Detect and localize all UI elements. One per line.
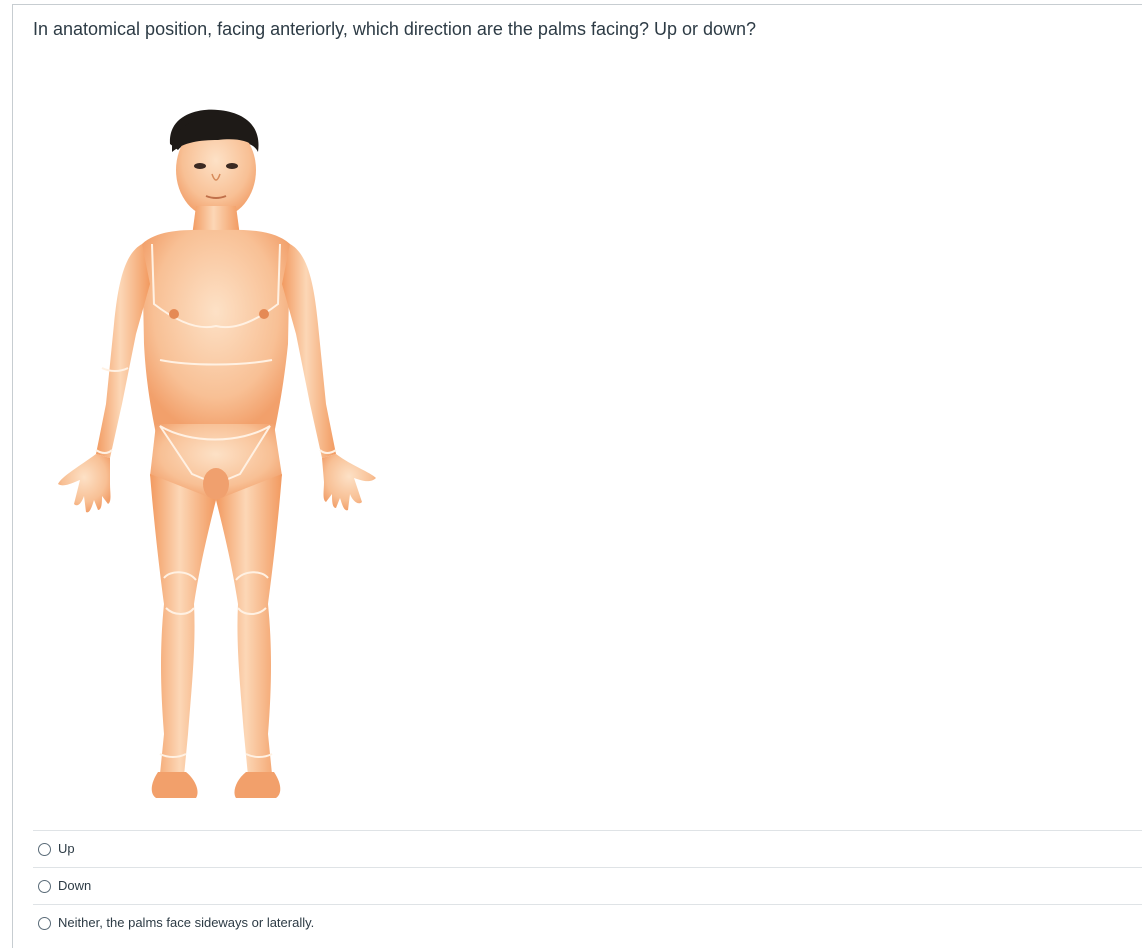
answer-option-down[interactable]: Down [33, 867, 1142, 904]
question-text: In anatomical position, facing anteriorl… [33, 19, 757, 39]
radio-button[interactable] [38, 843, 51, 856]
radio-button[interactable] [38, 880, 51, 893]
answer-option-up[interactable]: Up [33, 830, 1142, 867]
answer-label[interactable]: Up [58, 841, 75, 857]
anatomical-position-figure [58, 109, 376, 798]
answer-option-neither[interactable]: Neither, the palms face sideways or late… [33, 904, 1142, 941]
answer-label[interactable]: Down [58, 878, 91, 894]
answer-list: Up Down Neither, the palms face sideways… [33, 830, 1142, 941]
radio-button[interactable] [38, 917, 51, 930]
answer-label[interactable]: Neither, the palms face sideways or late… [58, 915, 314, 931]
